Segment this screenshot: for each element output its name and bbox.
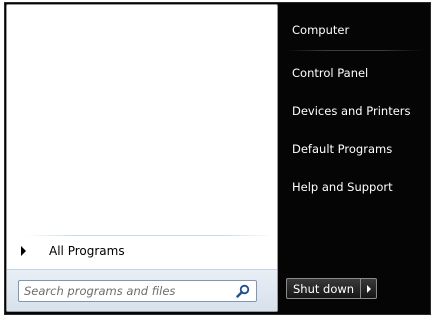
all-programs-separator xyxy=(25,235,273,236)
search-input[interactable] xyxy=(19,282,224,300)
right-item-label: Computer xyxy=(292,23,350,37)
right-item-label: Default Programs xyxy=(292,142,393,156)
right-item-default-programs[interactable]: Default Programs xyxy=(285,137,423,161)
right-item-control-panel[interactable]: Control Panel xyxy=(285,61,423,85)
all-programs-label: All Programs xyxy=(49,244,125,258)
right-item-label: Devices and Printers xyxy=(292,104,411,118)
search-box[interactable] xyxy=(18,280,257,302)
search-icon[interactable] xyxy=(236,284,250,298)
right-item-label: Help and Support xyxy=(292,180,393,194)
arrow-right-icon xyxy=(21,246,26,256)
right-item-devices-and-printers[interactable]: Devices and Printers xyxy=(285,99,423,123)
right-item-label: Control Panel xyxy=(292,66,369,80)
right-item-help-and-support[interactable]: Help and Support xyxy=(285,175,423,199)
search-strip xyxy=(7,269,277,311)
shutdown-group: Shut down xyxy=(286,278,378,299)
program-list xyxy=(7,5,277,230)
shutdown-button[interactable]: Shut down xyxy=(286,278,361,299)
chevron-right-icon xyxy=(366,284,371,293)
left-pane: All Programs xyxy=(6,4,278,312)
right-divider xyxy=(285,50,423,51)
right-item-computer[interactable]: Computer xyxy=(285,18,423,42)
shutdown-options-button[interactable] xyxy=(360,278,378,299)
shutdown-label: Shut down xyxy=(293,281,355,296)
all-programs-button[interactable]: All Programs xyxy=(19,240,271,262)
start-menu: All Programs Computer Control Panel Devi… xyxy=(0,0,433,320)
right-pane: Computer Control Panel Devices and Print… xyxy=(281,8,427,308)
